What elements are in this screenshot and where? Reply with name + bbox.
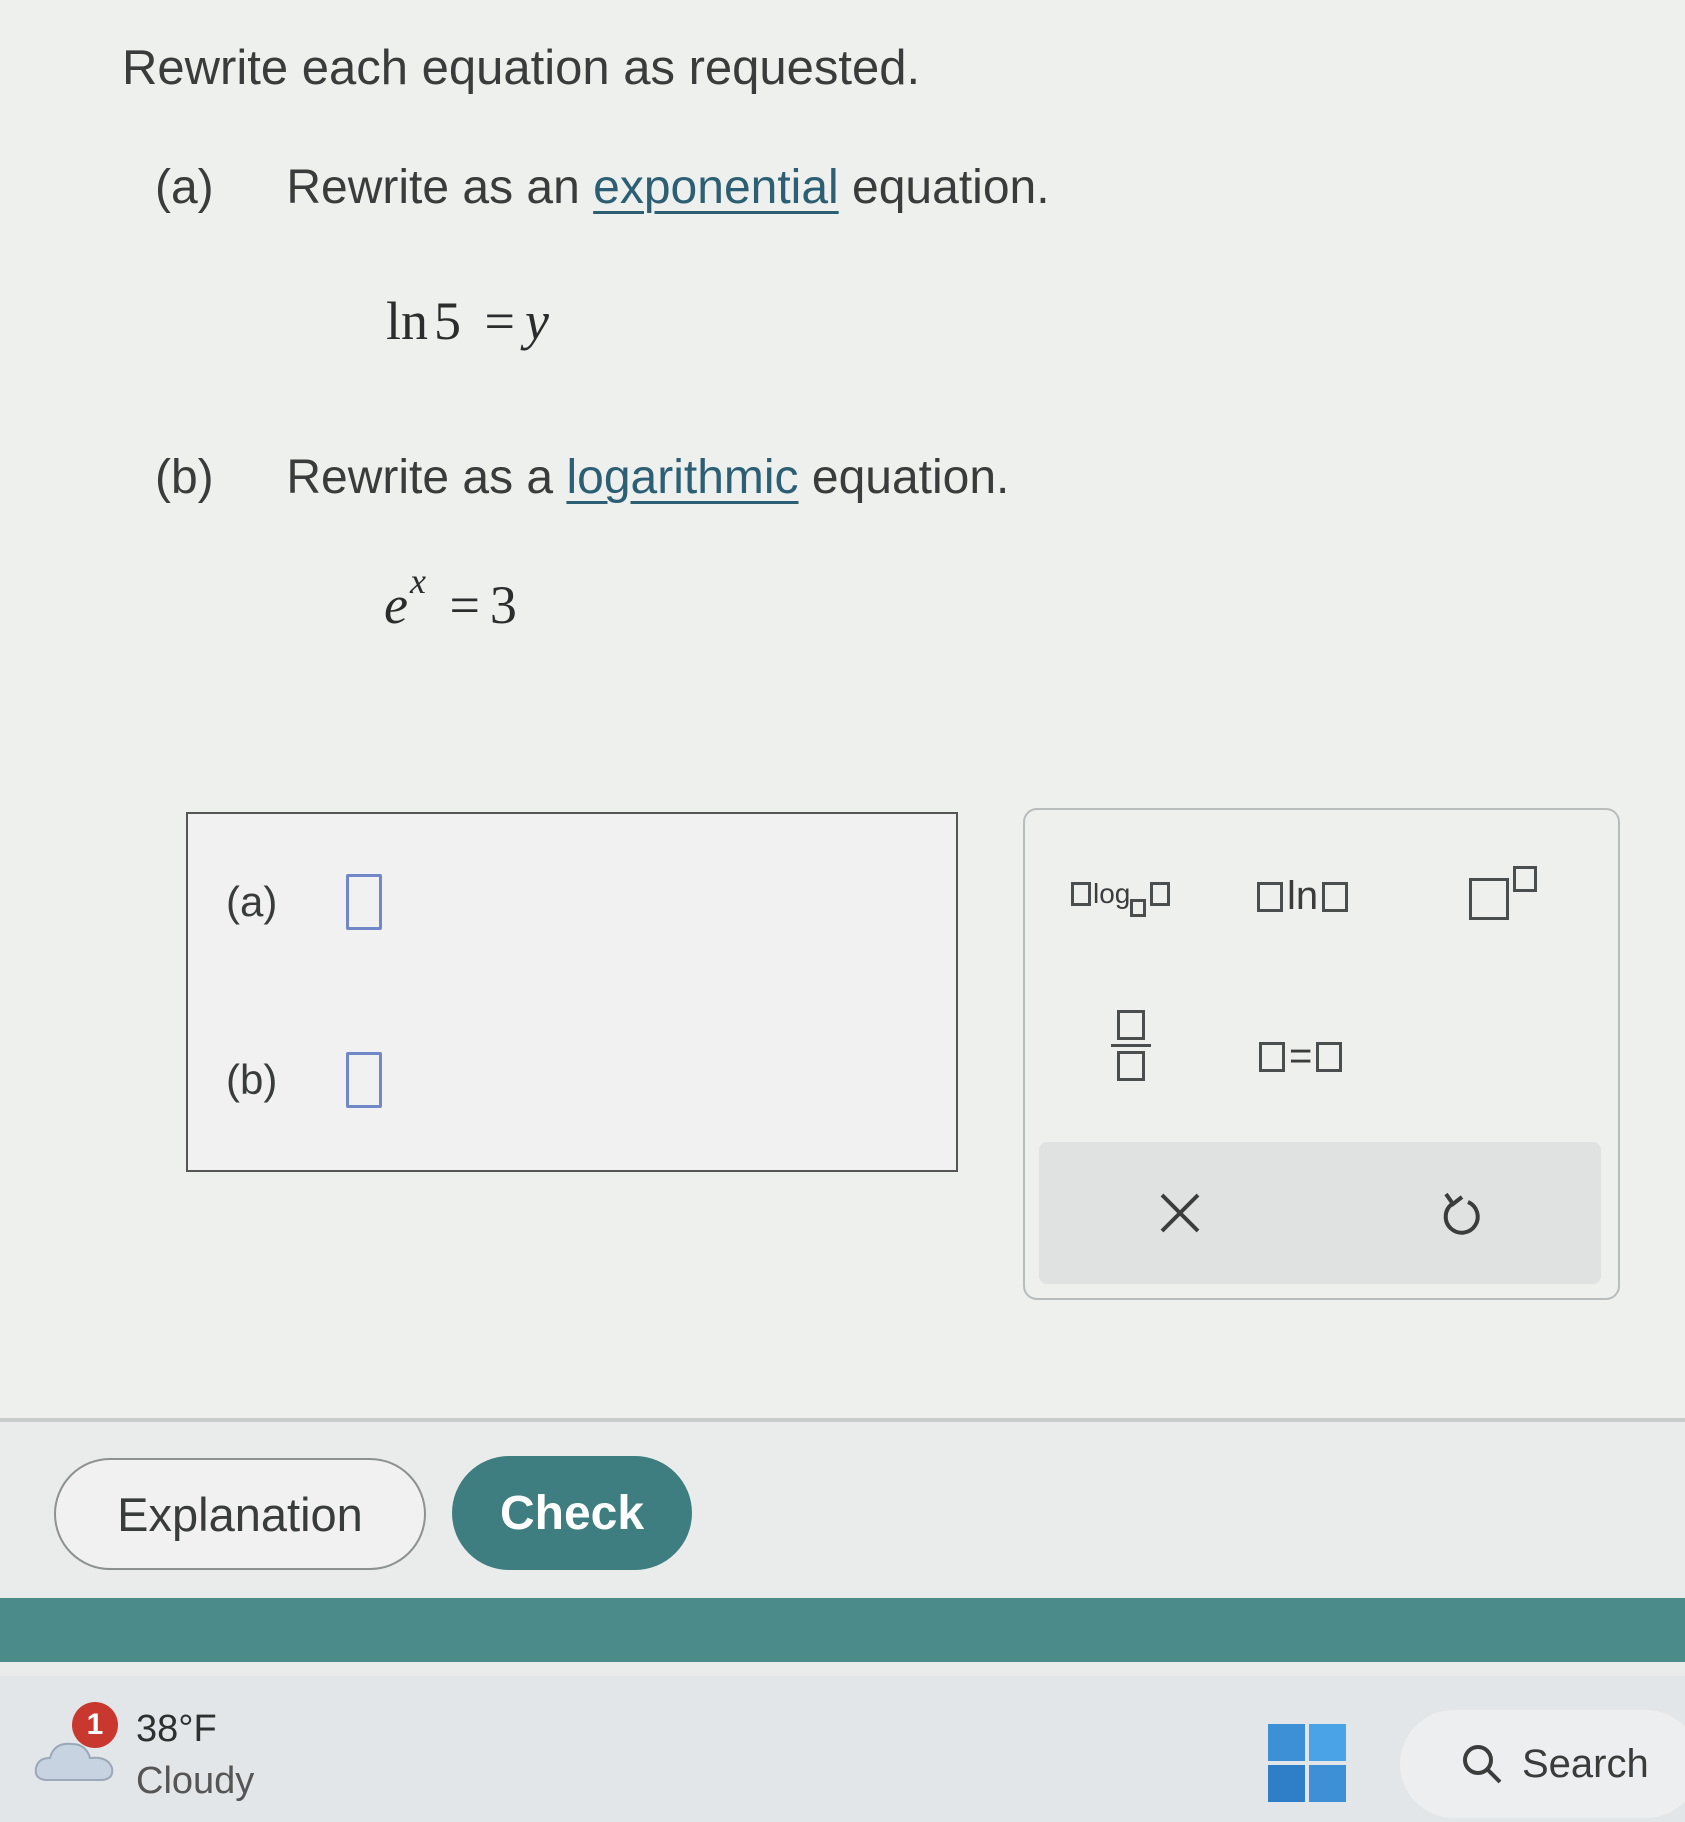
undo-icon xyxy=(1443,1192,1480,1235)
exponential-link[interactable]: exponential xyxy=(593,161,839,214)
notification-badge: 1 xyxy=(72,1702,118,1748)
ln-argument: 5 xyxy=(434,291,462,351)
undo-button[interactable] xyxy=(1320,1142,1601,1284)
exponent-button[interactable] xyxy=(1469,858,1537,920)
placeholder-box xyxy=(1130,899,1147,917)
ln-label: ln xyxy=(1287,874,1319,918)
placeholder-box xyxy=(1316,1041,1343,1072)
weather-condition: Cloudy xyxy=(136,1760,255,1802)
equals-label: = xyxy=(1289,1034,1313,1078)
fraction-button[interactable] xyxy=(1111,1010,1151,1081)
part-b-prefix: Rewrite as a xyxy=(286,451,554,504)
part-b-suffix: equation. xyxy=(811,451,1010,504)
equals-sign: = xyxy=(484,291,515,351)
placeholder-box xyxy=(1150,882,1171,906)
placeholder-box xyxy=(1259,1041,1285,1072)
placeholder-box xyxy=(1117,1051,1145,1081)
answer-a-label: (a) xyxy=(226,878,278,925)
log-base-button[interactable]: log xyxy=(1071,878,1171,917)
answer-b-input[interactable] xyxy=(346,1052,382,1108)
part-a-prefix: Rewrite as an xyxy=(286,161,580,214)
placeholder-box xyxy=(1071,882,1091,906)
part-a-label: (a) xyxy=(155,161,214,214)
part-b-prompt: (b) Rewrite as a logarithmic equation. xyxy=(155,450,1009,505)
base-e: e xyxy=(384,575,408,635)
close-icon xyxy=(1160,1193,1199,1233)
palette-actions xyxy=(1039,1142,1601,1284)
equals-sign: = xyxy=(449,575,480,635)
placeholder-box xyxy=(1257,881,1283,912)
clear-button[interactable] xyxy=(1039,1142,1320,1284)
part-b-label: (b) xyxy=(155,451,214,504)
equation-a: ln 5 = y xyxy=(386,290,549,352)
logarithmic-link[interactable]: logarithmic xyxy=(566,451,798,504)
check-button[interactable]: Check xyxy=(452,1456,692,1570)
log-label: log xyxy=(1093,878,1131,909)
equals-button[interactable]: = xyxy=(1259,1034,1343,1079)
divider xyxy=(0,1418,1685,1422)
placeholder-box xyxy=(1469,878,1509,920)
placeholder-box xyxy=(1322,881,1349,912)
rhs-value: 3 xyxy=(489,575,517,635)
part-a-prompt: (a) Rewrite as an exponential equation. xyxy=(155,160,1050,215)
windows-start-icon[interactable] xyxy=(1268,1724,1346,1802)
fraction-bar xyxy=(1111,1044,1151,1047)
ln-function: ln xyxy=(386,291,429,351)
ln-button[interactable]: ln xyxy=(1257,874,1349,919)
taskbar-search[interactable]: Search xyxy=(1400,1710,1685,1818)
taskbar: 1 38°F Cloudy Search xyxy=(0,1676,1685,1822)
answer-box: (a) (b) xyxy=(186,812,958,1172)
question-content: Rewrite each equation as requested. (a) … xyxy=(0,0,1685,1420)
answer-a-input[interactable] xyxy=(346,874,382,930)
placeholder-box xyxy=(1117,1010,1145,1040)
math-palette: log ln = xyxy=(1023,808,1620,1300)
answer-row-b: (b) xyxy=(226,1052,382,1108)
placeholder-box xyxy=(1513,866,1537,892)
answer-row-a: (a) xyxy=(226,874,382,930)
part-a-suffix: equation. xyxy=(852,161,1050,214)
equation-b: ex = 3 xyxy=(384,561,517,636)
footer-band xyxy=(0,1598,1685,1662)
rhs-variable: y xyxy=(524,291,549,351)
search-label: Search xyxy=(1522,1741,1649,1786)
exponent-x: x xyxy=(409,561,426,601)
temperature: 38°F xyxy=(136,1708,217,1750)
search-icon xyxy=(1463,1745,1502,1784)
explanation-button[interactable]: Explanation xyxy=(54,1458,426,1570)
instructions: Rewrite each equation as requested. xyxy=(122,41,921,95)
answer-b-label: (b) xyxy=(226,1056,278,1103)
